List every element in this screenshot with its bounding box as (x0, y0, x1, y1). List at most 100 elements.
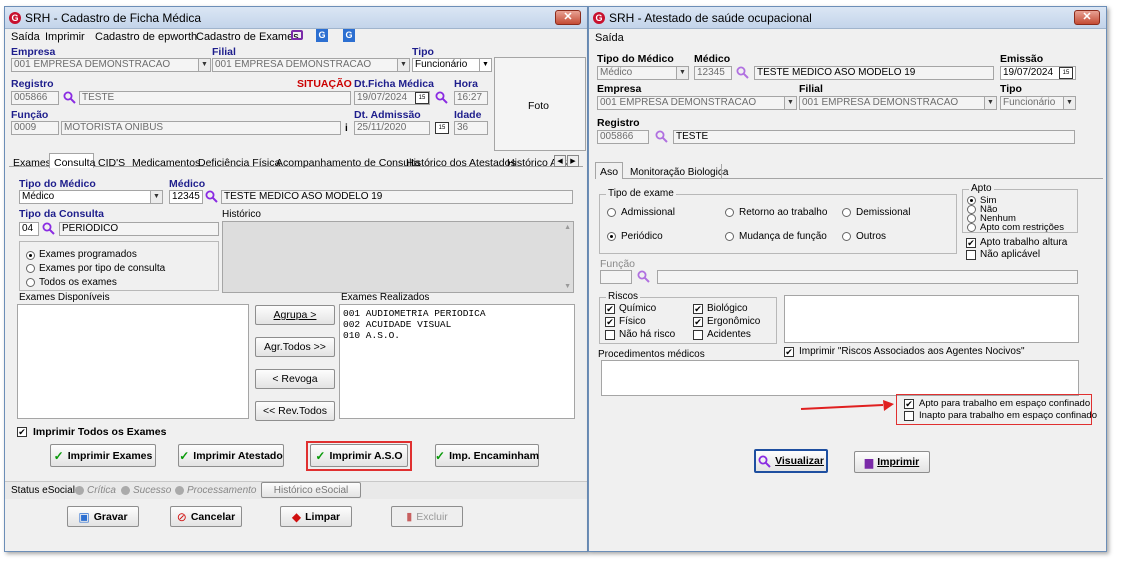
scroll-down-icon[interactable]: ▼ (564, 283, 571, 290)
tipo-select[interactable]: Funcionário ▼ (412, 58, 492, 72)
registro-name-field[interactable]: TESTE (79, 91, 351, 105)
radio-outros[interactable] (842, 232, 851, 241)
procedimentos-textarea[interactable] (601, 360, 1079, 396)
nao-ha-risco-checkbox[interactable] (605, 330, 615, 340)
tab-medicamentos[interactable]: Medicamentos (132, 157, 200, 169)
tab-scroll-left-icon[interactable]: ◀ (554, 155, 566, 167)
quimico-checkbox[interactable]: ✔ (605, 304, 615, 314)
imprimir-atestado-button[interactable]: ✓ Imprimir Atestado (178, 444, 284, 467)
gravar-button[interactable]: ▣ Gravar (67, 506, 139, 527)
list-item[interactable]: 001 AUDIOMETRIA PERIODICA (343, 308, 486, 319)
medico-name-field[interactable]: TESTE MEDICO ASO MODELO 19 (754, 66, 994, 80)
radio-apto-nao[interactable] (967, 205, 976, 214)
calendar-icon[interactable]: 15 (1059, 67, 1073, 79)
funcao-code-field[interactable] (600, 270, 632, 284)
radio-exames-programados[interactable] (26, 251, 35, 260)
g-app-icon[interactable]: G (316, 29, 328, 42)
funcao-code-field[interactable]: 0009 (11, 121, 59, 135)
rev-todos-button[interactable]: << Rev.Todos (255, 401, 335, 421)
exames-realizados-list[interactable]: 001 AUDIOMETRIA PERIODICA 002 ACUIDADE V… (339, 304, 575, 419)
empresa-select[interactable]: 001 EMPRESA DEMONSTRACAO ▼ (11, 58, 211, 72)
radio-retorno[interactable] (725, 208, 734, 217)
tab-monitoracao[interactable]: Monitoração Biologica (630, 167, 728, 178)
tipo-consulta-code[interactable]: 04 (19, 222, 39, 236)
close-button[interactable]: ✕ (555, 10, 581, 25)
registro-name-field[interactable]: TESTE (673, 130, 1075, 144)
tab-cids[interactable]: CID'S (98, 157, 125, 169)
radio-admissional[interactable] (607, 208, 616, 217)
search-icon[interactable] (736, 66, 749, 79)
menu-saida[interactable]: Saída (11, 31, 40, 43)
imprimir-exames-button[interactable]: ✓ Imprimir Exames (50, 444, 156, 467)
historico-textarea[interactable]: ▲ ▼ (222, 221, 574, 293)
imprimir-aso-button[interactable]: ✓ Imprimir A.S.O (310, 444, 408, 467)
agrupa-button[interactable]: Agrupa > (255, 305, 335, 325)
search-icon[interactable] (637, 270, 650, 283)
menu-saida[interactable]: Saída (595, 32, 624, 44)
search-icon[interactable] (63, 91, 76, 104)
medico-code-field[interactable]: 12345 (694, 66, 732, 80)
revoga-button[interactable]: < Revoga (255, 369, 335, 389)
foto-box[interactable]: Foto (494, 57, 586, 151)
search-icon[interactable] (655, 130, 668, 143)
calendar-icon[interactable]: 15 (415, 92, 429, 104)
title-bar[interactable]: G SRH - Cadastro de Ficha Médica ✕ (5, 7, 587, 29)
search-icon[interactable] (42, 222, 55, 235)
funcao-name-field[interactable]: MOTORISTA ONIBUS (61, 121, 341, 135)
radio-exames-tipo-consulta[interactable] (26, 264, 35, 273)
limpar-button[interactable]: ◆ Limpar (280, 506, 352, 527)
filial-select[interactable]: 001 EMPRESA DEMONSTRACAO ▼ (212, 58, 410, 72)
tab-aso[interactable]: Aso (595, 162, 623, 179)
list-item[interactable]: 010 A.S.O. (343, 330, 400, 341)
tab-deficiencia[interactable]: Deficiência Física (198, 157, 280, 169)
cancelar-button[interactable]: ⊘ Cancelar (170, 506, 242, 527)
radio-todos-exames[interactable] (26, 278, 35, 287)
info-icon[interactable]: i (345, 123, 348, 134)
medico-name-field[interactable]: TESTE MEDICO ASO MODELO 19 (221, 190, 573, 204)
tab-acompanhamento[interactable]: Acompanhamento de Consulta (276, 157, 420, 169)
acidentes-checkbox[interactable] (693, 330, 703, 340)
tab-scroll-right-icon[interactable]: ▶ (567, 155, 579, 167)
fisico-checkbox[interactable]: ✔ (605, 317, 615, 327)
nao-aplicavel-checkbox[interactable] (966, 250, 976, 260)
search-icon[interactable] (205, 190, 218, 203)
radio-periodico[interactable] (607, 232, 616, 241)
tab-consulta[interactable]: Consulta (49, 153, 95, 169)
historico-esocial-button[interactable]: Histórico eSocial (261, 482, 361, 498)
imprimir-todos-checkbox[interactable]: ✔ (17, 427, 27, 437)
radio-apto-sim[interactable] (967, 196, 976, 205)
radio-demissional[interactable] (842, 208, 851, 217)
apto-altura-checkbox[interactable]: ✔ (966, 238, 976, 248)
empresa-select[interactable]: 001 EMPRESA DEMONSTRACAO ▼ (597, 96, 797, 110)
imprimir-riscos-checkbox[interactable]: ✔ (784, 347, 794, 357)
filial-select[interactable]: 001 EMPRESA DEMONSTRACAO ▼ (799, 96, 997, 110)
tipo-medico-select[interactable]: Médico ▼ (19, 190, 163, 204)
ergonomico-checkbox[interactable]: ✔ (693, 317, 703, 327)
close-button[interactable]: ✕ (1074, 10, 1100, 25)
tipo-select[interactable]: Funcionário ▼ (1000, 96, 1076, 110)
title-bar[interactable]: G SRH - Atestado de saúde ocupacional ✕ (589, 7, 1106, 29)
tab-historico-atestados[interactable]: Histórico dos Atestados (406, 157, 516, 169)
menu-cadastro-epworth[interactable]: Cadastro de epworth (95, 31, 197, 43)
imprimir-button[interactable]: ▆ Imprimir (854, 451, 930, 473)
dt-admissao-field[interactable]: 25/11/2020 (354, 121, 430, 135)
exames-disponiveis-list[interactable] (17, 304, 249, 419)
menu-imprimir[interactable]: Imprimir (45, 31, 85, 43)
inapto-confinado-checkbox[interactable] (904, 411, 914, 421)
riscos-textarea[interactable] (784, 295, 1079, 343)
g-app-icon-2[interactable]: G (343, 29, 355, 42)
visualizar-button[interactable]: Visualizar (754, 449, 828, 473)
message-icon[interactable] (291, 30, 303, 40)
idade-field[interactable]: 36 (454, 121, 488, 135)
search-icon[interactable] (435, 91, 448, 104)
calendar-icon[interactable]: 15 (435, 122, 449, 134)
imp-encaminham-button[interactable]: ✓ Imp. Encaminham (435, 444, 539, 467)
menu-cadastro-exames[interactable]: Cadastro de Exames (196, 31, 299, 43)
list-item[interactable]: 002 ACUIDADE VISUAL (343, 319, 451, 330)
tipo-medico-select[interactable]: Médico ▼ (597, 66, 689, 80)
tab-exames[interactable]: Exames (13, 157, 51, 169)
registro-code-field[interactable]: 005866 (597, 130, 649, 144)
registro-code-field[interactable]: 005866 (11, 91, 59, 105)
radio-apto-restricoes[interactable] (967, 223, 976, 232)
medico-code-field[interactable]: 12345 (169, 190, 203, 204)
